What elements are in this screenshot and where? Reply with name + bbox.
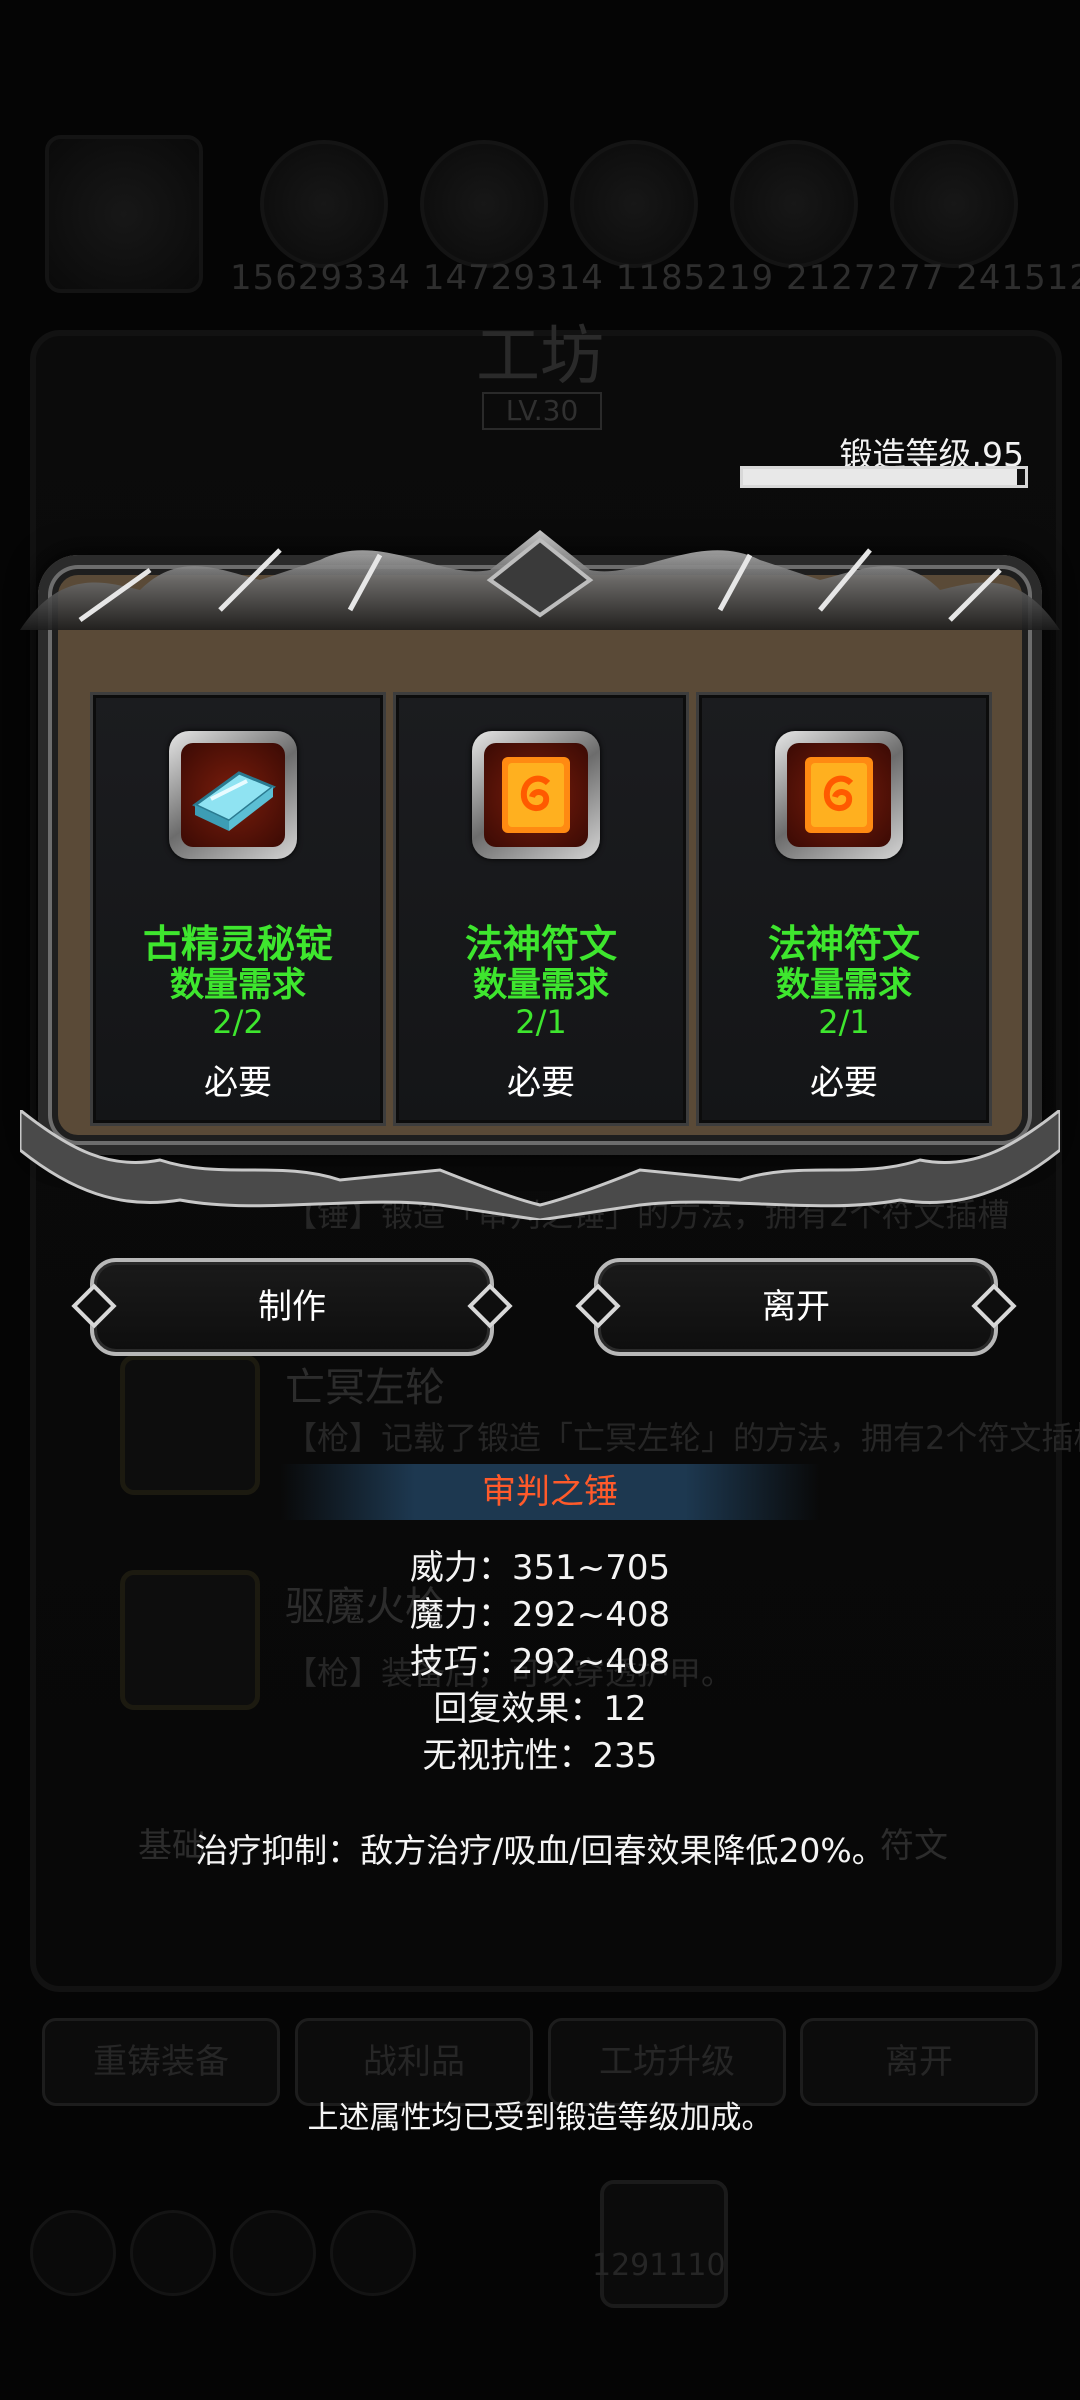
item-title-bar: 审判之锤 bbox=[280, 1464, 820, 1520]
ingot-icon bbox=[181, 743, 285, 847]
item-name: 审判之锤 bbox=[482, 1472, 618, 1512]
avatar bbox=[45, 135, 203, 293]
requirement-label: 数量需求 bbox=[170, 965, 306, 1005]
nav-icon bbox=[230, 2210, 316, 2296]
stat-skill: 技巧：292~408 bbox=[409, 1642, 671, 1682]
bonus-note: 上述属性均已受到锻造等级加成。 bbox=[307, 2100, 773, 2136]
required-tag: 必要 bbox=[507, 1063, 575, 1103]
stat-power: 威力：351~705 bbox=[409, 1548, 671, 1588]
item-effect: 治疗抑制：敌方治疗/吸血/回春效果降低20%。 bbox=[195, 1831, 885, 1870]
material-count: 2/2 bbox=[212, 1003, 264, 1041]
stat-magic: 魔力：292~408 bbox=[409, 1595, 671, 1635]
item-name: 亡冥左轮 bbox=[285, 1365, 445, 1411]
material-icon-frame bbox=[472, 731, 600, 859]
revolver-icon bbox=[120, 1355, 260, 1495]
resource-orb-icon bbox=[570, 140, 698, 268]
forge-progress-fill bbox=[743, 469, 1017, 485]
material-slot[interactable]: 法神符文 数量需求 2/1 必要 bbox=[393, 692, 689, 1126]
craft-button[interactable]: 制作 bbox=[90, 1258, 494, 1356]
material-slot[interactable]: 古精灵秘锭 数量需求 2/2 必要 bbox=[90, 692, 386, 1126]
requirement-label: 数量需求 bbox=[473, 965, 609, 1005]
nav-icon bbox=[30, 2210, 116, 2296]
currency-readout: 15629334 14729314 1185219 2127277 241512… bbox=[230, 258, 1080, 298]
workshop-level: LV.30 bbox=[482, 392, 602, 430]
stat-ignore-resist: 无视抗性：235 bbox=[422, 1736, 658, 1776]
stat-recovery: 回复效果：12 bbox=[433, 1689, 647, 1729]
resource-orb-icon bbox=[890, 140, 1018, 268]
leave-button[interactable]: 离开 bbox=[594, 1258, 998, 1356]
resource-orb-icon bbox=[260, 140, 388, 268]
skill-slot-icon bbox=[600, 2180, 728, 2308]
required-tag: 必要 bbox=[810, 1063, 878, 1103]
page-title: 工坊 bbox=[476, 320, 604, 394]
nav-icon bbox=[330, 2210, 416, 2296]
material-count: 2/1 bbox=[818, 1003, 870, 1041]
resource-orb-icon bbox=[730, 140, 858, 268]
required-tag: 必要 bbox=[204, 1063, 272, 1103]
requirement-label: 数量需求 bbox=[776, 965, 912, 1005]
material-icon-frame bbox=[775, 731, 903, 859]
resource-orb-icon bbox=[420, 140, 548, 268]
panel-ornament-bottom bbox=[20, 1110, 1060, 1220]
material-icon-frame bbox=[169, 731, 297, 859]
bottom-value: 1291110 bbox=[592, 2248, 726, 2283]
item-description: 【枪】记载了锻造「亡冥左轮」的方法，拥有2个符文插槽 bbox=[285, 1419, 1080, 1457]
nav-icon bbox=[130, 2210, 216, 2296]
forge-progress-bar bbox=[740, 466, 1028, 488]
material-slot[interactable]: 法神符文 数量需求 2/1 必要 bbox=[696, 692, 992, 1126]
material-count: 2/1 bbox=[515, 1003, 567, 1041]
panel-ornament-top bbox=[20, 530, 1060, 630]
rune-icon bbox=[484, 743, 588, 847]
rune-icon bbox=[787, 743, 891, 847]
